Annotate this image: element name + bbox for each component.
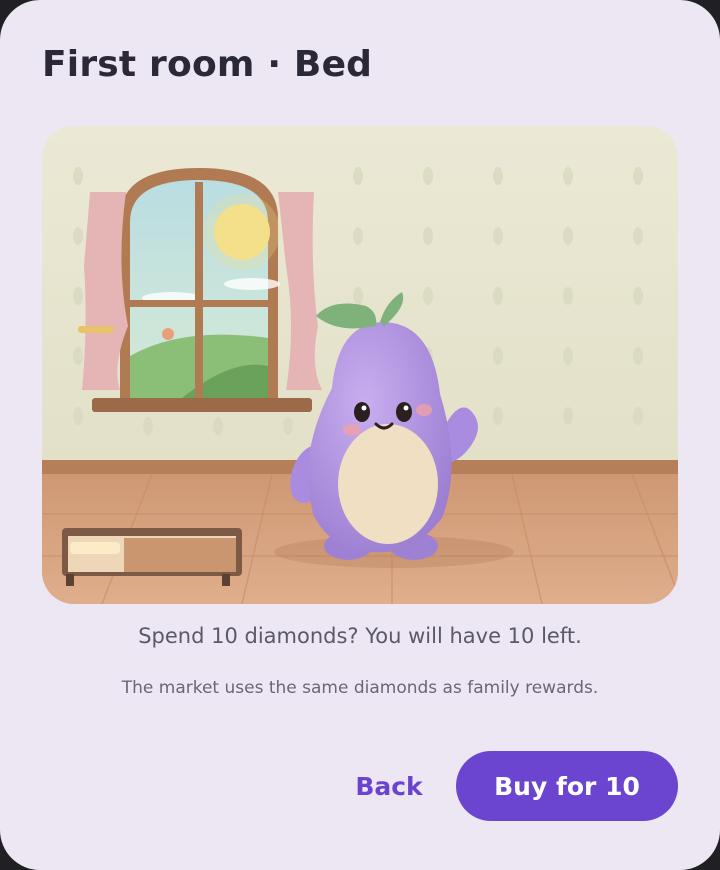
info-note: The market uses the same diamonds as fam… <box>121 678 599 698</box>
curtain-tie <box>78 326 114 333</box>
confirm-message: Spend 10 diamonds? You will have 10 left… <box>138 624 582 648</box>
buy-button[interactable]: Buy for 10 <box>456 751 678 821</box>
room-illustration <box>42 126 678 604</box>
dialog-title: First room · Bed <box>42 44 373 85</box>
purchase-dialog: First room · Bed Spend 10 diamonds? You … <box>0 0 720 870</box>
back-button[interactable]: Back <box>340 752 438 820</box>
